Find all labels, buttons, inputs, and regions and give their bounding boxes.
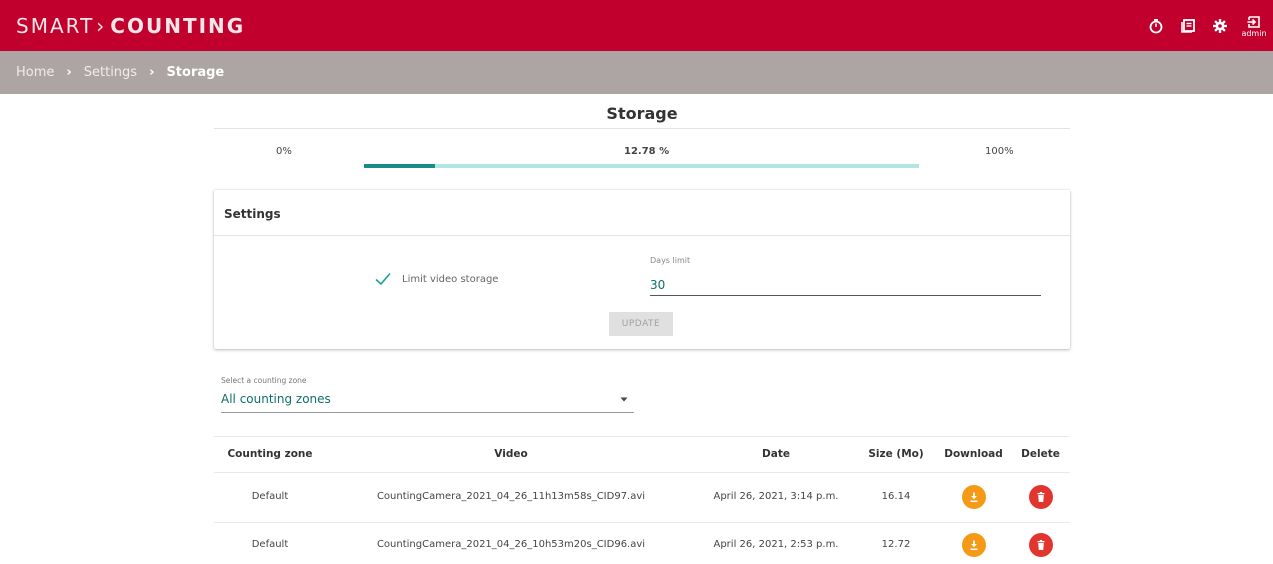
caret-down-icon — [620, 397, 628, 402]
trash-icon — [1037, 492, 1045, 502]
storage-usage: 0% 12.78 % 100% — [214, 143, 1070, 163]
column-header-size: Size (Mo) — [868, 448, 924, 460]
limit-video-storage-label: Limit video storage — [402, 273, 499, 285]
breadcrumb-home[interactable]: Home — [16, 65, 54, 80]
column-header-counting-zone: Counting zone — [227, 448, 313, 460]
storage-progress-fill — [364, 164, 435, 168]
breadcrumb: Home › Settings › Storage — [0, 51, 1273, 94]
counting-zone-select-value: All counting zones — [221, 392, 331, 406]
storage-progress-bar — [364, 164, 919, 168]
limit-video-storage-checkbox[interactable]: Limit video storage — [374, 270, 498, 288]
cell-video: CountingCamera_2021_04_26_11h13m58s_CID9… — [376, 491, 646, 502]
row-divider — [214, 522, 1070, 523]
column-header-download: Download — [944, 448, 1003, 460]
chevron-right-icon: › — [66, 65, 72, 80]
top-bar: SMART › COUNTING admin — [0, 0, 1273, 51]
logout-icon — [1247, 15, 1260, 28]
cell-date: April 26, 2021, 2:53 p.m. — [713, 539, 839, 550]
column-header-video: Video — [494, 448, 528, 460]
delete-button[interactable] — [1029, 485, 1053, 509]
document-list-icon[interactable] — [1177, 15, 1199, 37]
usage-min-label: 0% — [276, 146, 292, 157]
settings-title: Settings — [224, 207, 281, 221]
user-name: admin — [1241, 28, 1267, 38]
cell-counting-zone: Default — [251, 491, 289, 502]
download-button[interactable] — [962, 485, 986, 509]
counting-zone-select[interactable]: All counting zones — [221, 389, 634, 413]
page-title: Storage — [606, 104, 678, 123]
days-limit-label: Days limit — [650, 256, 691, 265]
column-header-delete: Delete — [1021, 448, 1060, 460]
usage-value-label: 12.78 % — [624, 146, 670, 157]
cell-size: 16.14 — [881, 491, 911, 502]
column-header-date: Date — [762, 448, 790, 460]
delete-button[interactable] — [1029, 533, 1053, 557]
cell-counting-zone: Default — [251, 539, 289, 550]
timer-icon[interactable] — [1145, 15, 1167, 37]
download-button[interactable] — [962, 533, 986, 557]
cell-video: CountingCamera_2021_04_26_10h53m20s_CID9… — [376, 539, 646, 550]
cell-size: 12.72 — [881, 539, 911, 550]
gear-icon[interactable] — [1209, 15, 1231, 37]
chevron-right-icon: › — [149, 65, 155, 80]
breadcrumb-storage: Storage — [166, 65, 225, 80]
download-icon — [970, 540, 978, 551]
logo-text-smart: SMART — [16, 14, 95, 38]
table-header-divider — [214, 472, 1070, 473]
days-limit-input[interactable] — [650, 270, 1041, 296]
usage-max-label: 100% — [985, 146, 1014, 157]
trash-icon — [1037, 540, 1045, 550]
cell-date: April 26, 2021, 3:14 p.m. — [713, 491, 839, 502]
app-logo[interactable]: SMART › COUNTING — [16, 13, 245, 39]
top-icons: admin — [1135, 10, 1269, 42]
settings-divider — [214, 235, 1070, 236]
settings-card: Settings Limit video storage Days limit … — [214, 190, 1070, 349]
breadcrumb-settings[interactable]: Settings — [84, 65, 137, 80]
title-divider — [214, 128, 1070, 129]
counting-zone-select-label: Select a counting zone — [221, 376, 307, 385]
download-icon — [970, 492, 978, 503]
update-button[interactable]: UPDATE — [609, 312, 673, 336]
chevron-right-icon: › — [96, 14, 107, 38]
table-top-divider — [214, 436, 1070, 437]
check-icon — [375, 272, 391, 286]
logout-button[interactable]: admin — [1239, 15, 1269, 38]
logo-text-counting: COUNTING — [110, 14, 246, 38]
